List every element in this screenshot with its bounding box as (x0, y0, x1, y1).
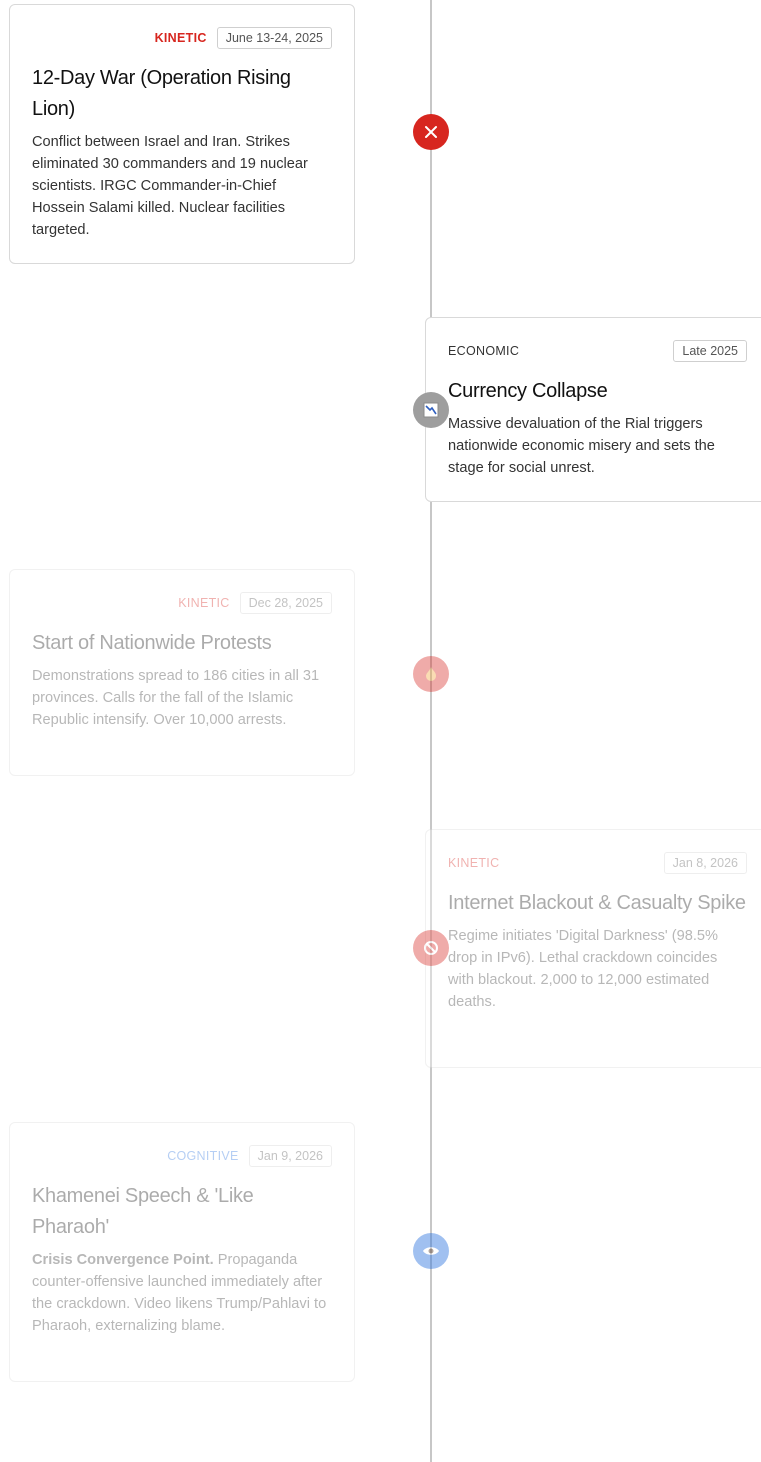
event-card-currency-collapse[interactable]: ECONOMIC Late 2025 Currency Collapse Mas… (425, 317, 761, 502)
event-title: Khamenei Speech & 'Like Pharaoh' (32, 1185, 254, 1238)
event-meta: KINETIC Jan 8, 2026 (448, 852, 747, 874)
date-badge: June 13-24, 2025 (216, 27, 332, 49)
event-title: Currency Collapse (448, 380, 608, 402)
event-description: Demonstrations spread to 186 cities in a… (32, 668, 320, 728)
description-lead: Crisis Convergence Point. (32, 1252, 214, 1268)
event-title: 12-Day War (Operation Rising Lion) (32, 67, 291, 120)
category-tag: ECONOMIC (448, 344, 520, 358)
category-tag: COGNITIVE (167, 1149, 239, 1163)
event-card-khamenei-speech[interactable]: COGNITIVE Jan 9, 2026 Khamenei Speech & … (9, 1122, 355, 1382)
event-description: Crisis Convergence Point. Propaganda cou… (32, 1249, 332, 1337)
event-card-internet-blackout[interactable]: KINETIC Jan 8, 2026 Internet Blackout & … (425, 829, 761, 1068)
category-tag: KINETIC (178, 596, 230, 610)
category-tag: KINETIC (154, 31, 207, 45)
date-badge: Dec 28, 2025 (239, 592, 332, 614)
event-description: Regime initiates 'Digital Darkness' (98.… (448, 928, 718, 1010)
category-tag: KINETIC (448, 856, 500, 870)
crossed-swords-icon (413, 114, 449, 150)
event-title: Internet Blackout & Casualty Spike (448, 892, 746, 914)
event-card-nationwide-protests[interactable]: KINETIC Dec 28, 2025 Start of Nationwide… (9, 569, 355, 776)
fire-icon (413, 656, 449, 692)
date-badge: Jan 8, 2026 (663, 852, 747, 874)
event-title: Start of Nationwide Protests (32, 632, 272, 654)
event-meta: ECONOMIC Late 2025 (448, 340, 747, 362)
chart-down-icon (413, 392, 449, 428)
event-meta: COGNITIVE Jan 9, 2026 (32, 1145, 332, 1167)
event-meta: KINETIC June 13-24, 2025 (32, 27, 332, 49)
date-badge: Jan 9, 2026 (248, 1145, 332, 1167)
event-description: Conflict between Israel and Iran. Strike… (32, 134, 308, 238)
event-card-12-day-war[interactable]: KINETIC June 13-24, 2025 12-Day War (Ope… (9, 4, 355, 264)
eye-icon (413, 1233, 449, 1269)
no-signal-icon (413, 930, 449, 966)
date-badge: Late 2025 (673, 340, 747, 362)
event-description: Massive devaluation of the Rial triggers… (448, 416, 715, 476)
event-meta: KINETIC Dec 28, 2025 (32, 592, 332, 614)
